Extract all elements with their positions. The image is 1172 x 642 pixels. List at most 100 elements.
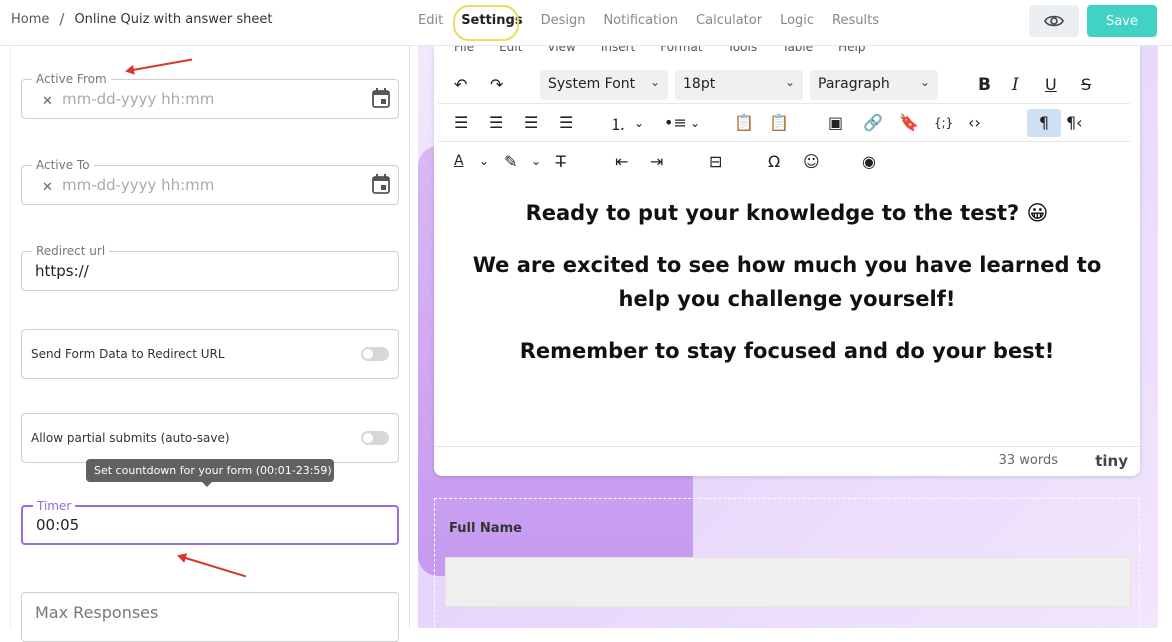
- emoji-icon[interactable]: ☺: [803, 147, 820, 175]
- timer-field[interactable]: Timer 00:05: [21, 499, 399, 545]
- send-form-data-row: Send Form Data to Redirect URL: [21, 329, 399, 379]
- font-size-select[interactable]: 18pt ⌄: [675, 70, 803, 100]
- paste-icon[interactable]: 📋: [734, 109, 754, 137]
- partial-submits-label: Allow partial submits (auto-save): [31, 431, 230, 445]
- align-left-icon[interactable]: ☰: [454, 109, 468, 137]
- annotation-arrow: [178, 555, 247, 578]
- undo-icon[interactable]: ↶: [454, 71, 467, 99]
- tab-bar: Edit Settings Design Notification Calcul…: [418, 5, 897, 41]
- menu-file[interactable]: File: [454, 46, 474, 54]
- redirect-url-label: Redirect url: [32, 244, 110, 258]
- bold-icon[interactable]: B: [978, 71, 991, 99]
- tab-edit[interactable]: Edit: [418, 13, 443, 28]
- menu-format[interactable]: Format: [660, 46, 702, 54]
- content-paragraph: Ready to put your knowledge to the test?…: [525, 201, 1049, 225]
- special-char-icon[interactable]: Ω: [768, 147, 780, 175]
- tab-calculator[interactable]: Calculator: [696, 13, 762, 28]
- timer-tooltip: Set countdown for your form (00:01-23:59…: [86, 459, 334, 487]
- align-right-icon[interactable]: ☰: [524, 109, 538, 137]
- word-count: 33 words: [998, 453, 1058, 468]
- block-format-select[interactable]: Paragraph ⌄: [810, 70, 938, 100]
- paste-text-icon[interactable]: 📋: [769, 109, 789, 137]
- preview-icon[interactable]: ◉: [862, 147, 876, 175]
- template-icon[interactable]: {;}: [934, 109, 953, 137]
- code-icon[interactable]: ‹›: [968, 109, 981, 137]
- timer-label: Timer: [33, 499, 76, 513]
- partial-submits-row: Allow partial submits (auto-save): [21, 413, 399, 463]
- tab-settings[interactable]: Settings: [453, 5, 523, 41]
- toolbar-row-3: A ⌄ ✎ ⌄ T̶ ⇤ ⇥ ⊟ Ω ☺ ◉: [438, 142, 1130, 180]
- partial-submits-toggle[interactable]: [361, 431, 389, 445]
- active-to-input[interactable]: mm-dd-yyyy hh:mm: [62, 176, 214, 194]
- send-form-data-toggle[interactable]: [361, 347, 389, 361]
- bookmark-icon[interactable]: 🔖: [899, 109, 919, 137]
- chevron-down-icon[interactable]: ⌄: [479, 147, 489, 175]
- bullet-list-icon[interactable]: •≡: [664, 109, 687, 137]
- form-field-zone: Full Name: [434, 498, 1140, 628]
- underline-icon[interactable]: U: [1045, 71, 1057, 99]
- ltr-icon[interactable]: ¶: [1027, 108, 1061, 137]
- link-icon[interactable]: 🔗: [863, 109, 883, 137]
- timer-input[interactable]: 00:05: [36, 516, 79, 534]
- redo-icon[interactable]: ↷: [490, 71, 503, 99]
- breadcrumb-separator: /: [59, 10, 65, 28]
- redirect-url-field[interactable]: Redirect url https://: [21, 244, 399, 291]
- preview-button[interactable]: [1029, 5, 1079, 37]
- clear-icon[interactable]: ✕: [42, 180, 53, 195]
- menu-view[interactable]: View: [547, 46, 575, 54]
- menu-table[interactable]: Table: [782, 46, 813, 54]
- text-color-icon[interactable]: A: [454, 147, 464, 175]
- tab-results[interactable]: Results: [832, 13, 879, 28]
- align-justify-icon[interactable]: ☰: [559, 109, 573, 137]
- active-to-label: Active To: [32, 158, 94, 172]
- chevron-down-icon: ⌄: [649, 75, 660, 89]
- menu-insert[interactable]: Insert: [601, 46, 635, 54]
- save-button[interactable]: Save: [1087, 5, 1157, 37]
- calendar-icon[interactable]: [372, 88, 390, 108]
- active-from-label: Active From: [32, 72, 111, 86]
- active-to-field[interactable]: Active To ✕ mm-dd-yyyy hh:mm: [21, 158, 399, 205]
- breadcrumb-home[interactable]: Home: [11, 12, 49, 27]
- active-from-field[interactable]: Active From ✕ mm-dd-yyyy hh:mm: [21, 72, 399, 119]
- chevron-down-icon: ⌄: [784, 75, 795, 89]
- chevron-down-icon[interactable]: ⌄: [634, 109, 644, 137]
- indent-icon[interactable]: ⇥: [650, 147, 663, 175]
- max-responses-input[interactable]: Max Responses: [35, 603, 158, 622]
- menu-edit[interactable]: Edit: [499, 46, 522, 54]
- redirect-url-input[interactable]: https://: [35, 262, 89, 280]
- tab-logic[interactable]: Logic: [780, 13, 814, 28]
- align-center-icon[interactable]: ☰: [489, 109, 503, 137]
- tab-design[interactable]: Design: [541, 13, 586, 28]
- editor-menubar: File Edit View Insert Format Tools Table…: [454, 46, 866, 54]
- font-size-value: 18pt: [683, 76, 716, 92]
- calendar-icon[interactable]: [372, 174, 390, 194]
- tab-notification[interactable]: Notification: [603, 13, 678, 28]
- chevron-down-icon[interactable]: ⌄: [690, 109, 700, 137]
- strikethrough-icon[interactable]: S: [1081, 71, 1091, 99]
- highlight-icon[interactable]: ✎: [504, 147, 517, 175]
- clear-format-icon[interactable]: T̶: [556, 147, 566, 175]
- editor-statusbar: 33 words tiny: [434, 446, 1140, 476]
- content-paragraph: We are excited to see how much you have …: [472, 253, 1102, 311]
- full-name-input[interactable]: [445, 557, 1131, 607]
- clear-icon[interactable]: ✕: [42, 94, 53, 109]
- editor-content[interactable]: Ready to put your knowledge to the test?…: [434, 196, 1140, 386]
- image-icon[interactable]: ▣: [828, 109, 843, 137]
- chevron-down-icon: ⌄: [919, 75, 930, 89]
- eye-icon: [1044, 15, 1064, 27]
- page-break-icon[interactable]: ⊟: [709, 147, 722, 175]
- font-family-select[interactable]: System Font ⌄: [540, 70, 668, 100]
- italic-icon[interactable]: I: [1012, 71, 1019, 99]
- numbered-list-icon[interactable]: ⒈: [610, 109, 626, 137]
- toolbar-row-2: ☰ ☰ ☰ ☰ ⒈ ⌄ •≡ ⌄ 📋 📋 ▣ 🔗 🔖 {;} ‹› ¶ ¶‹: [438, 104, 1130, 142]
- chevron-down-icon[interactable]: ⌄: [531, 147, 541, 175]
- rtl-icon[interactable]: ¶‹: [1066, 109, 1083, 137]
- outdent-icon[interactable]: ⇤: [615, 147, 628, 175]
- menu-tools[interactable]: Tools: [728, 46, 758, 54]
- menu-help[interactable]: Help: [838, 46, 865, 54]
- active-from-input[interactable]: mm-dd-yyyy hh:mm: [62, 90, 214, 108]
- max-responses-field[interactable]: Max Responses: [21, 592, 399, 642]
- rich-text-editor[interactable]: File Edit View Insert Format Tools Table…: [434, 46, 1140, 476]
- settings-sidebar: Active From ✕ mm-dd-yyyy hh:mm Active To…: [10, 46, 410, 642]
- font-family-value: System Font: [548, 76, 636, 92]
